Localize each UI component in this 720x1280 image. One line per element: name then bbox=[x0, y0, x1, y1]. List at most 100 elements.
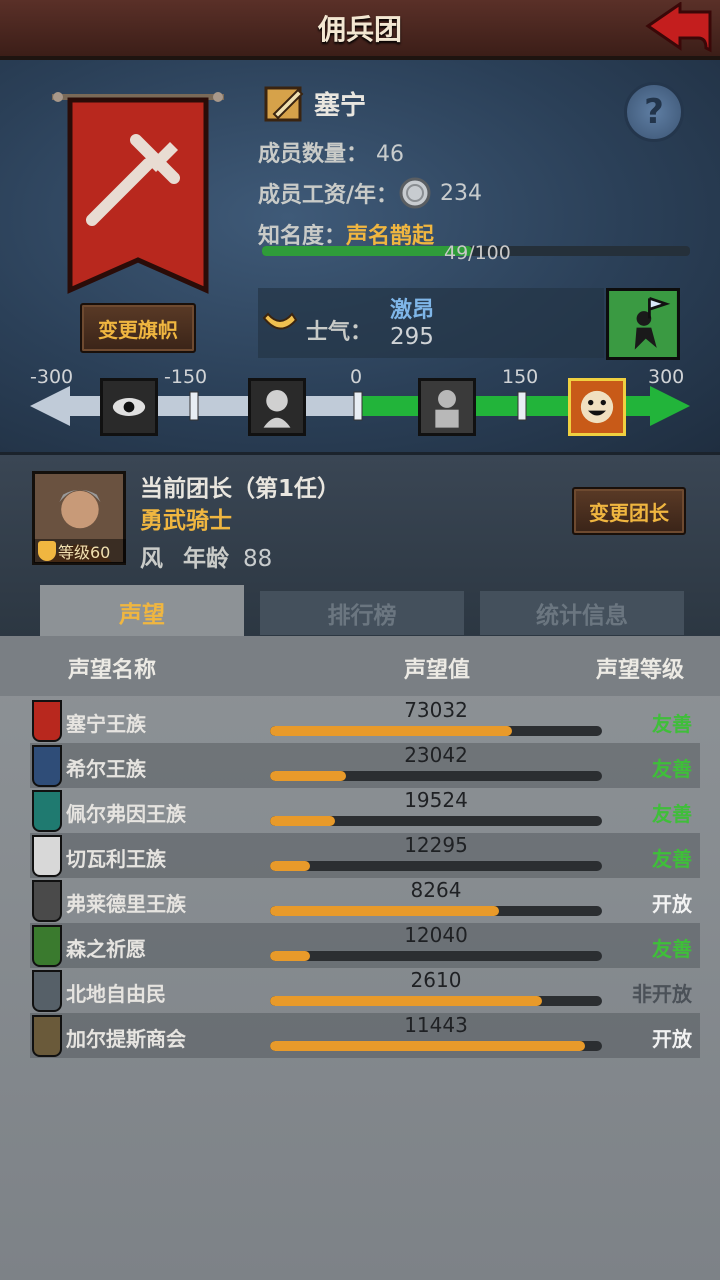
table-row[interactable]: 加尔提斯商会 11443 开放 bbox=[30, 1013, 700, 1058]
faction-name: 塞宁王族 bbox=[66, 712, 146, 736]
morale-label: 士气： bbox=[306, 320, 373, 345]
faction-name: 希尔王族 bbox=[66, 757, 146, 781]
column-header-name: 声望名称 bbox=[68, 658, 157, 683]
level-shield-icon bbox=[38, 541, 56, 561]
members-label: 成员数量： bbox=[258, 142, 369, 167]
reputation-progress-fill bbox=[270, 771, 347, 781]
reputation-value: 8264 bbox=[410, 878, 462, 902]
red-cross-crest-icon bbox=[32, 700, 62, 742]
reputation-level: 友善 bbox=[652, 712, 692, 736]
faction-name: 佩尔弗因王族 bbox=[66, 802, 186, 826]
leader-age-label: 年龄 bbox=[183, 546, 230, 572]
reputation-level: 非开放 bbox=[632, 982, 692, 1006]
mood-eye-icon bbox=[100, 378, 158, 436]
reputation-progress-bar bbox=[270, 726, 602, 736]
morale-tick-label: -300 bbox=[30, 366, 74, 388]
reputation-value: 11443 bbox=[404, 1013, 468, 1037]
chest-crest-icon bbox=[32, 1015, 62, 1057]
faction-name: 弗莱德里王族 bbox=[66, 892, 186, 916]
table-row[interactable]: 希尔王族 23042 友善 bbox=[30, 743, 700, 788]
change-leader-button[interactable]: 变更团长 bbox=[572, 487, 686, 535]
table-row[interactable]: 森之祈愿 12040 友善 bbox=[30, 923, 700, 968]
reputation-progress-bar bbox=[270, 951, 602, 961]
back-arrow-icon[interactable] bbox=[640, 2, 714, 58]
morale-word: 激昂 bbox=[390, 298, 435, 323]
reputation-table: 声望名称 声望值 声望等级 塞宁王族 73032 友善 希尔王族 23042 友善 佩尔弗因… bbox=[0, 636, 720, 1280]
green-tree-crest-icon bbox=[32, 925, 62, 967]
leader-title: 当前团长（第1任） bbox=[140, 476, 341, 502]
reputation-progress-fill bbox=[270, 996, 543, 1006]
reputation-progress-bar bbox=[270, 906, 602, 916]
reputation-progress-bar bbox=[270, 816, 602, 826]
faction-name: 森之祈愿 bbox=[66, 937, 146, 961]
reputation-progress-fill bbox=[270, 906, 500, 916]
leader-level: 等级60 bbox=[58, 543, 111, 562]
reputation-level: 开放 bbox=[652, 892, 692, 916]
leader-panel: 等级60 当前团长（第1任） 勇武骑士 风 年龄 88 变更团长 声望 排行榜 … bbox=[0, 452, 720, 639]
grey-wolf-crest-icon bbox=[32, 880, 62, 922]
title-bar: 佣兵团 bbox=[0, 0, 720, 60]
morale-value: 295 bbox=[390, 324, 434, 350]
reputation-level: 友善 bbox=[652, 937, 692, 961]
faction-name: 切瓦利王族 bbox=[66, 847, 166, 871]
reputation-level: 友善 bbox=[652, 847, 692, 871]
help-icon: ? bbox=[644, 92, 664, 132]
table-row[interactable]: 佩尔弗因王族 19524 友善 bbox=[30, 788, 700, 833]
reputation-progress-bar bbox=[270, 1041, 602, 1051]
horn-icon bbox=[262, 312, 298, 330]
white-scale-crest-icon bbox=[32, 835, 62, 877]
reputation-value: 19524 bbox=[404, 788, 468, 812]
fame-progress-text: 49/100 bbox=[444, 242, 511, 264]
table-row[interactable]: 弗莱德里王族 8264 开放 bbox=[30, 878, 700, 923]
reputation-progress-fill bbox=[270, 726, 513, 736]
mood-neutral-icon bbox=[418, 378, 476, 436]
tab-reputation[interactable]: 声望 bbox=[40, 585, 244, 639]
guild-panel: 变更旗帜 塞宁 成员数量： 46 成员工资/年： 234 知名度：声名鹊起 49/… bbox=[0, 60, 720, 452]
leader-level-badge: 等级60 bbox=[34, 539, 126, 563]
table-row[interactable]: 北地自由民 2610 非开放 bbox=[30, 968, 700, 1013]
reputation-level: 友善 bbox=[652, 757, 692, 781]
table-row[interactable]: 切瓦利王族 12295 友善 bbox=[30, 833, 700, 878]
page-title: 佣兵团 bbox=[317, 13, 402, 46]
wage-label: 成员工资/年： bbox=[258, 183, 399, 208]
leader-info: 风 年龄 88 bbox=[140, 539, 272, 573]
leader-element: 风 bbox=[140, 546, 163, 572]
reputation-progress-fill bbox=[270, 951, 310, 961]
morale-tick-label: -150 bbox=[164, 366, 208, 388]
grey-axes-crest-icon bbox=[32, 970, 62, 1012]
tab-ranking[interactable]: 排行榜 bbox=[260, 591, 464, 635]
reputation-progress-bar bbox=[270, 996, 602, 1006]
wage-line: 成员工资/年： 234 bbox=[258, 176, 482, 210]
mood-happy-icon bbox=[568, 378, 626, 436]
tab-bar: 声望 排行榜 统计信息 bbox=[32, 585, 692, 639]
fame-progress-fill bbox=[262, 246, 472, 256]
table-row[interactable]: 塞宁王族 73032 友善 bbox=[30, 698, 700, 743]
leader-age-value: 88 bbox=[243, 546, 273, 572]
members-value: 46 bbox=[376, 142, 405, 167]
column-header-value: 声望值 bbox=[404, 658, 471, 683]
teal-moon-crest-icon bbox=[32, 790, 62, 832]
reputation-level: 友善 bbox=[652, 802, 692, 826]
guild-banner-icon[interactable] bbox=[52, 90, 224, 300]
guild-name-row: 塞宁 bbox=[264, 84, 366, 122]
help-button[interactable]: ? bbox=[624, 82, 684, 142]
reputation-value: 23042 bbox=[404, 743, 468, 767]
morale-tick-label: 150 bbox=[502, 366, 539, 388]
edit-name-icon[interactable] bbox=[264, 84, 306, 122]
guild-name: 塞宁 bbox=[314, 90, 367, 121]
reputation-progress-fill bbox=[270, 816, 335, 826]
change-flag-button[interactable]: 变更旗帜 bbox=[80, 303, 196, 353]
reputation-level: 开放 bbox=[652, 1027, 692, 1051]
reputation-progress-bar bbox=[270, 861, 602, 871]
reputation-value: 12040 bbox=[404, 923, 468, 947]
tab-statistics[interactable]: 统计信息 bbox=[480, 591, 684, 635]
reputation-value: 2610 bbox=[410, 968, 462, 992]
reputation-value: 12295 bbox=[404, 833, 468, 857]
faction-name: 北地自由民 bbox=[66, 982, 166, 1006]
table-header: 声望名称 声望值 声望等级 bbox=[0, 636, 720, 696]
reputation-value: 73032 bbox=[404, 698, 468, 722]
morale-flag-runner-icon[interactable] bbox=[606, 288, 680, 360]
column-header-level: 声望等级 bbox=[596, 658, 685, 683]
reputation-progress-fill bbox=[270, 861, 310, 871]
morale-tick-label: 0 bbox=[350, 366, 363, 388]
